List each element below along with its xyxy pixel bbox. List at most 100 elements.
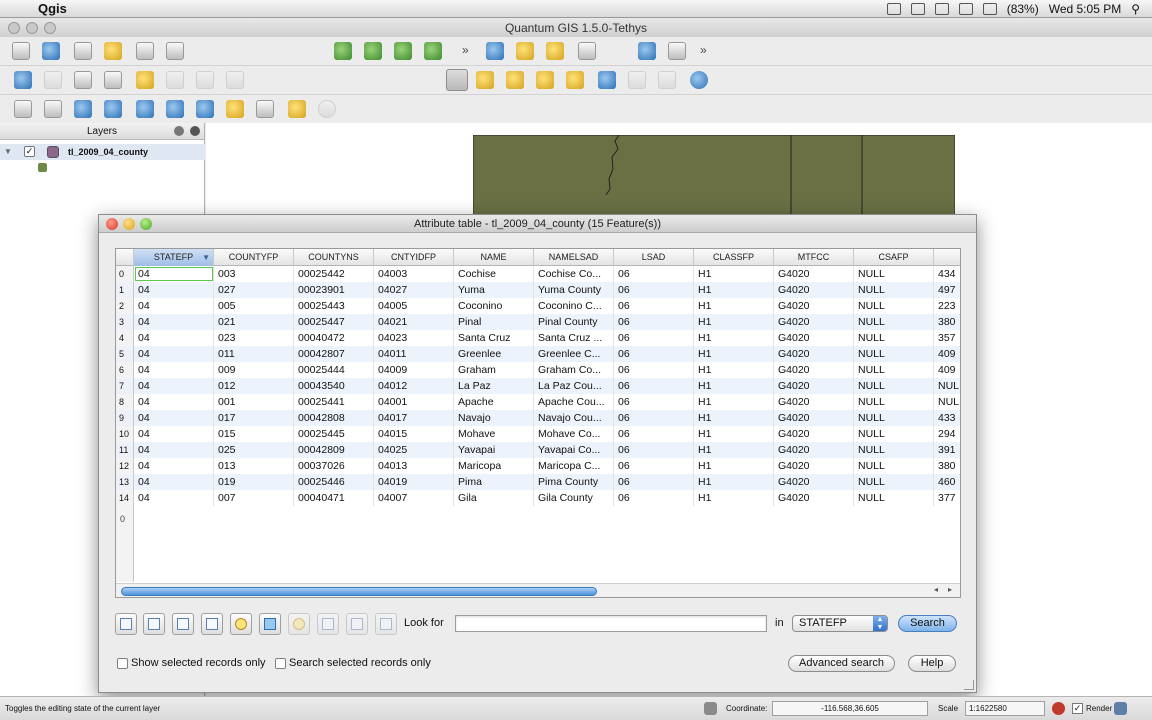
volume-icon[interactable] bbox=[958, 2, 973, 15]
table-cell[interactable]: Cochise Co... bbox=[534, 266, 614, 282]
remove-selection-icon[interactable] bbox=[115, 613, 137, 635]
table-cell[interactable]: 001 bbox=[214, 394, 294, 410]
table-cell[interactable]: 391 bbox=[934, 442, 960, 458]
dialog-close-button[interactable] bbox=[106, 218, 118, 230]
table-cell[interactable]: G4020 bbox=[774, 458, 854, 474]
table-cell[interactable]: G4020 bbox=[774, 282, 854, 298]
table-cell[interactable]: Pima bbox=[454, 474, 534, 490]
table-cell[interactable]: 017 bbox=[214, 410, 294, 426]
table-cell[interactable]: H1 bbox=[694, 426, 774, 442]
horizontal-scrollbar[interactable]: ◂ ▸ bbox=[116, 583, 960, 597]
row-number[interactable]: 5 bbox=[116, 346, 134, 362]
table-cell[interactable]: H1 bbox=[694, 378, 774, 394]
table-cell[interactable]: 04 bbox=[134, 346, 214, 362]
simplify-feature-icon[interactable] bbox=[74, 100, 92, 118]
table-row[interactable]: 10 04 015 00025445 04015 Mohave Mohave Co... 06… bbox=[116, 426, 960, 442]
table-cell[interactable]: 04 bbox=[134, 394, 214, 410]
reshape-features-icon[interactable] bbox=[226, 100, 244, 118]
table-cell[interactable]: 06 bbox=[614, 314, 694, 330]
table-row[interactable]: 5 04 011 00042807 04011 Greenlee Greenlee C...… bbox=[116, 346, 960, 362]
window-close-button[interactable] bbox=[8, 22, 20, 34]
table-cell[interactable]: 04 bbox=[134, 458, 214, 474]
table-cell[interactable]: 06 bbox=[614, 266, 694, 282]
look-for-input[interactable] bbox=[455, 615, 767, 632]
table-cell[interactable]: Coconino C... bbox=[534, 298, 614, 314]
row-number[interactable]: 10 bbox=[116, 426, 134, 442]
invert-selection-icon[interactable] bbox=[172, 613, 194, 635]
display-icon[interactable] bbox=[910, 2, 925, 15]
table-cell[interactable]: NULL bbox=[854, 490, 934, 506]
table-row[interactable]: 0 04 003 00025442 04003 Cochise Cochise Co... 0… bbox=[116, 266, 960, 282]
toggle-editing-mode-icon[interactable] bbox=[259, 613, 281, 635]
table-cell[interactable]: 00042807 bbox=[294, 346, 374, 362]
split-features-icon[interactable] bbox=[256, 100, 274, 118]
print-icon[interactable] bbox=[166, 42, 184, 60]
toolbar-overflow-icon[interactable]: » bbox=[462, 43, 469, 57]
table-cell[interactable]: NULL bbox=[854, 410, 934, 426]
merge-features-icon[interactable] bbox=[288, 100, 306, 118]
table-cell[interactable]: 06 bbox=[614, 442, 694, 458]
table-cell[interactable]: 497 bbox=[934, 282, 960, 298]
table-cell[interactable]: H1 bbox=[694, 394, 774, 410]
delete-part-icon[interactable] bbox=[196, 100, 214, 118]
table-cell[interactable]: 04 bbox=[134, 330, 214, 346]
toggle-editing-icon[interactable] bbox=[14, 71, 32, 89]
column-header-cbsafp[interactable] bbox=[934, 249, 960, 266]
toolbar-overflow-icon-2[interactable]: » bbox=[700, 43, 707, 57]
table-cell[interactable]: 06 bbox=[614, 426, 694, 442]
pan-map-icon[interactable] bbox=[446, 69, 468, 91]
table-cell[interactable]: 04 bbox=[134, 298, 214, 314]
table-cell[interactable]: 06 bbox=[614, 298, 694, 314]
table-cell[interactable]: Maricopa C... bbox=[534, 458, 614, 474]
table-cell[interactable]: 021 bbox=[214, 314, 294, 330]
add-ring-icon[interactable] bbox=[104, 100, 122, 118]
advanced-search-button[interactable]: Advanced search bbox=[788, 655, 895, 672]
search-selected-label[interactable]: Search selected records only bbox=[289, 657, 431, 669]
refresh-icon[interactable] bbox=[690, 71, 708, 89]
search-button[interactable]: Search bbox=[898, 615, 957, 632]
row-number[interactable]: 7 bbox=[116, 378, 134, 394]
table-cell[interactable]: La Paz Cou... bbox=[534, 378, 614, 394]
column-header-lsad[interactable]: LSAD bbox=[614, 249, 694, 266]
table-cell[interactable]: NULL bbox=[854, 362, 934, 378]
scale-input[interactable]: 1:1622580 bbox=[965, 701, 1045, 716]
delete-features-icon[interactable] bbox=[288, 613, 310, 635]
table-cell[interactable]: 06 bbox=[614, 330, 694, 346]
table-cell[interactable]: 011 bbox=[214, 346, 294, 362]
measure-area-icon[interactable] bbox=[668, 42, 686, 60]
row-number[interactable]: 12 bbox=[116, 458, 134, 474]
zoom-next-icon[interactable] bbox=[658, 71, 676, 89]
table-cell[interactable]: Mohave bbox=[454, 426, 534, 442]
zoom-in-icon[interactable] bbox=[476, 71, 494, 89]
table-cell[interactable]: NULL bbox=[854, 474, 934, 490]
undo-icon[interactable] bbox=[14, 100, 32, 118]
table-cell[interactable]: 377 bbox=[934, 490, 960, 506]
row-number[interactable]: 9 bbox=[116, 410, 134, 426]
window-minimize-button[interactable] bbox=[26, 22, 38, 34]
attribute-table[interactable]: STATEFP ▼ COUNTYFP COUNTYNS CNTYIDFP NAME NAME… bbox=[115, 248, 961, 598]
table-cell[interactable]: 04027 bbox=[374, 282, 454, 298]
table-cell[interactable]: Graham bbox=[454, 362, 534, 378]
table-cell[interactable]: Santa Cruz bbox=[454, 330, 534, 346]
print-composer-icon[interactable] bbox=[136, 42, 154, 60]
table-cell[interactable]: NULL bbox=[854, 266, 934, 282]
table-row[interactable]: 13 04 019 00025446 04019 Pima Pima County 06 H1 G… bbox=[116, 474, 960, 490]
table-row[interactable]: 3 04 021 00025447 04021 Pinal Pinal County 06 H1… bbox=[116, 314, 960, 330]
table-row[interactable]: 7 04 012 00043540 04012 La Paz La Paz Cou... 06… bbox=[116, 378, 960, 394]
table-cell[interactable]: 380 bbox=[934, 458, 960, 474]
column-header-cntyidfp[interactable]: CNTYIDFP bbox=[374, 249, 454, 266]
table-cell[interactable]: 357 bbox=[934, 330, 960, 346]
table-cell[interactable]: NULL bbox=[854, 378, 934, 394]
window-zoom-button[interactable] bbox=[44, 22, 56, 34]
table-cell[interactable]: 04011 bbox=[374, 346, 454, 362]
table-cell[interactable]: 015 bbox=[214, 426, 294, 442]
table-cell[interactable]: 04015 bbox=[374, 426, 454, 442]
table-cell[interactable]: H1 bbox=[694, 314, 774, 330]
table-cell[interactable]: 06 bbox=[614, 346, 694, 362]
table-cell[interactable]: H1 bbox=[694, 298, 774, 314]
table-cell[interactable]: 00025446 bbox=[294, 474, 374, 490]
table-cell[interactable]: 00043540 bbox=[294, 378, 374, 394]
table-cell[interactable]: Greenlee bbox=[454, 346, 534, 362]
table-cell[interactable]: 04 bbox=[134, 426, 214, 442]
table-cell[interactable]: 294 bbox=[934, 426, 960, 442]
